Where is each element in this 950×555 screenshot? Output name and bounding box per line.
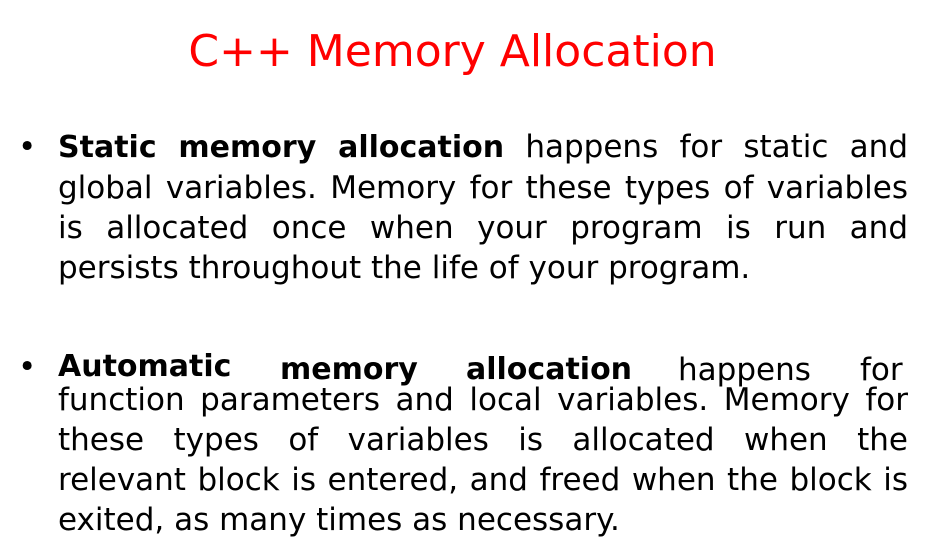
slide-title: C++ Memory Allocation bbox=[188, 26, 717, 77]
bullet-static-allocation: • Static memory allocation happens for s… bbox=[18, 127, 908, 288]
slide: C++ Memory Allocation • Static memory al… bbox=[0, 0, 950, 555]
bullet-marker: • bbox=[18, 129, 37, 165]
bullet-marker: • bbox=[18, 349, 37, 385]
bullet-lead-text: Static memory allocation bbox=[58, 130, 505, 165]
bullet-body-word: happens bbox=[678, 352, 811, 388]
bullet-body-word: for bbox=[860, 352, 903, 388]
bullet-first-line: Automatic memory allocation happens for bbox=[58, 347, 908, 388]
bullet-lead-word: Automatic bbox=[58, 349, 232, 384]
bullet-lead-word: memory bbox=[280, 352, 418, 387]
bullet-automatic-allocation: • Automatic memory allocation happens fo… bbox=[18, 347, 908, 540]
bullet-lead-word: allocation bbox=[466, 352, 633, 387]
bullet-body-text: function parameters and local variables.… bbox=[58, 382, 908, 538]
